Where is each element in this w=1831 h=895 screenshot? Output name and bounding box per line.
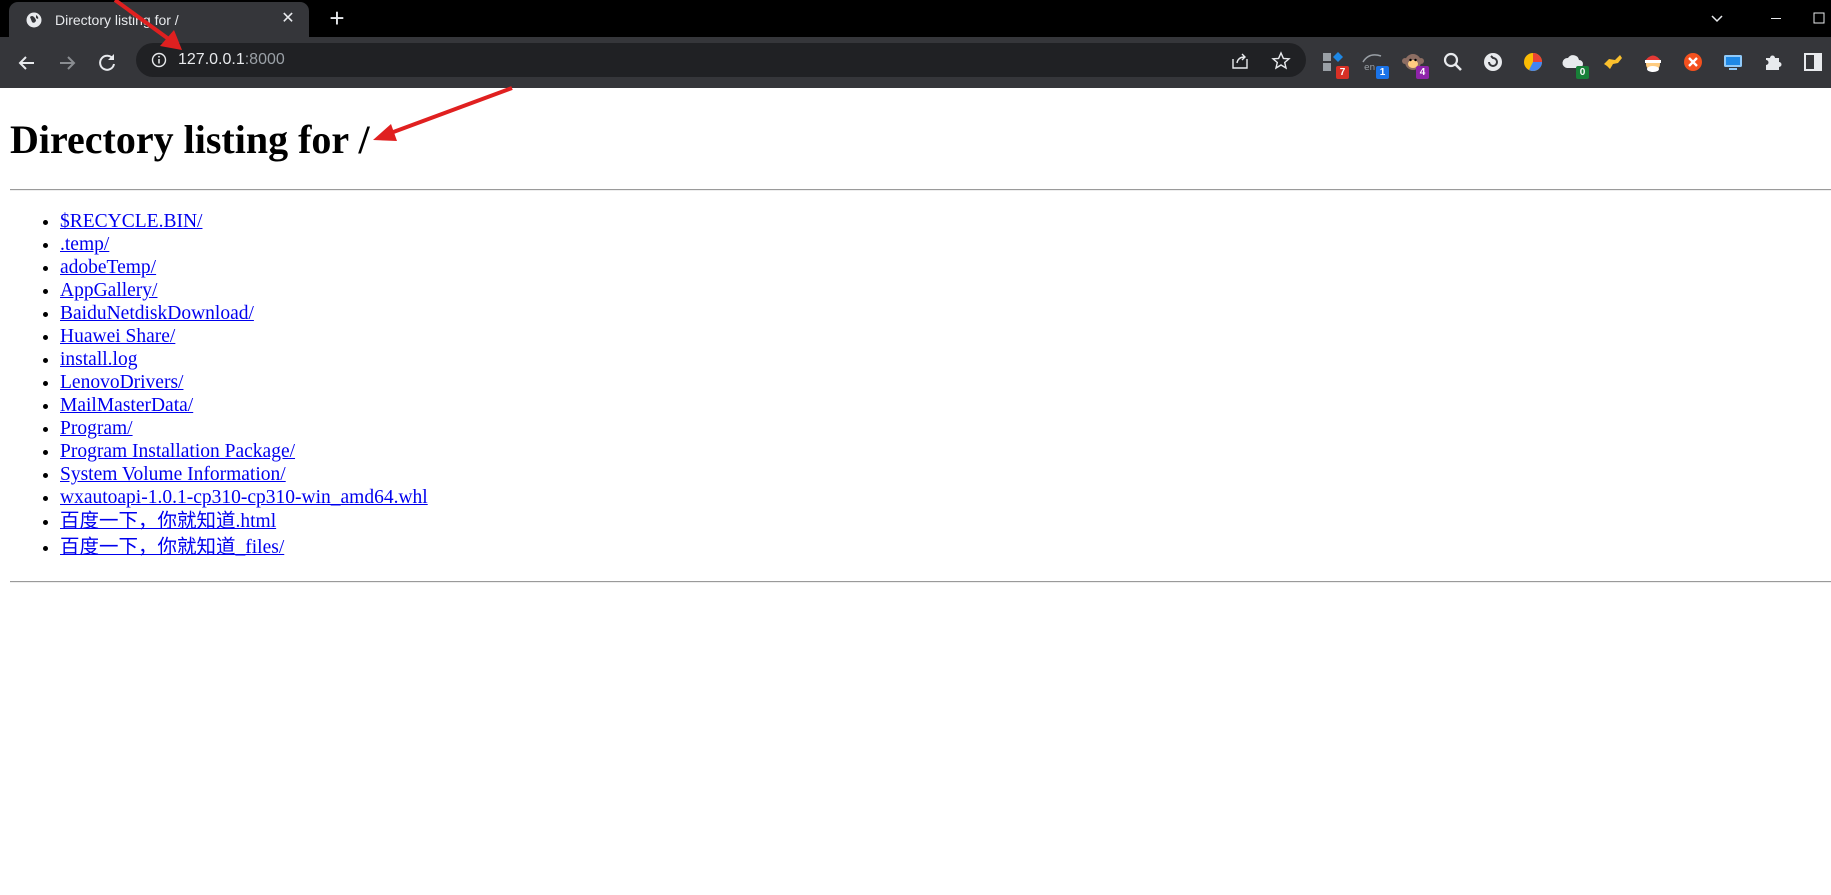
directory-entry-link[interactable]: adobeTemp/: [60, 257, 156, 278]
list-item: System Volume Information/: [60, 463, 428, 486]
extension-button[interactable]: [1481, 50, 1505, 74]
screen-extension-icon: [1724, 55, 1742, 70]
list-item: $RECYCLE.BIN/: [60, 210, 428, 233]
directory-list: $RECYCLE.BIN/.temp/adobeTemp/AppGallery/…: [0, 210, 428, 560]
extension-button[interactable]: [1641, 50, 1665, 74]
directory-entry-link[interactable]: System Volume Information/: [60, 464, 286, 485]
active-tab[interactable]: Directory listing for / ✕: [9, 2, 309, 37]
directory-entry-link[interactable]: .temp/: [60, 234, 109, 255]
pie-chart-extension-icon: [1524, 53, 1542, 71]
close-tab-icon[interactable]: ✕: [279, 10, 297, 28]
browser-toolbar: 127.0.0.1:8000 7 en 1 4 0: [0, 37, 1831, 88]
list-item: BaiduNetdiskDownload/: [60, 302, 428, 325]
orange-circle-extension-icon: [1684, 53, 1702, 71]
list-item: Program/: [60, 417, 428, 440]
directory-entry-link[interactable]: 百度一下，你就知道.html: [60, 511, 276, 532]
extension-badge: 0: [1576, 66, 1589, 79]
minimize-button[interactable]: [1753, 0, 1799, 37]
svg-text:en: en: [1364, 63, 1375, 73]
extension-button[interactable]: [1521, 50, 1545, 74]
extensions-menu-button[interactable]: [1761, 50, 1785, 74]
tab-search-button[interactable]: [1694, 0, 1740, 37]
directory-entry-link[interactable]: Huawei Share/: [60, 326, 175, 347]
directory-entry-link[interactable]: AppGallery/: [60, 280, 157, 301]
list-item: install.log: [60, 348, 428, 371]
extension-button[interactable]: [1441, 50, 1465, 74]
bookmark-star-icon[interactable]: [1271, 51, 1291, 71]
sidebar-icon: [1804, 53, 1822, 71]
puzzle-icon: [1766, 55, 1782, 70]
directory-entry-link[interactable]: install.log: [60, 349, 137, 370]
address-bar[interactable]: 127.0.0.1:8000: [136, 43, 1306, 77]
list-item: 百度一下，你就知道.html: [60, 509, 428, 535]
list-item: Huawei Share/: [60, 325, 428, 348]
list-item: MailMasterData/: [60, 394, 428, 417]
info-icon[interactable]: [151, 52, 167, 68]
directory-entry-link[interactable]: Program Installation Package/: [60, 441, 295, 462]
url-text[interactable]: 127.0.0.1:8000: [178, 51, 285, 69]
directory-entry-link[interactable]: MailMasterData/: [60, 395, 193, 416]
directory-entry-link[interactable]: $RECYCLE.BIN/: [60, 211, 202, 232]
tab-strip: Directory listing for / ✕ +: [0, 0, 1831, 37]
list-item: .temp/: [60, 233, 428, 256]
santa-extension-icon: [1645, 55, 1661, 72]
list-item: adobeTemp/: [60, 256, 428, 279]
chevron-down-icon: [1711, 15, 1723, 23]
refresh-circle-extension-icon: [1484, 53, 1502, 71]
list-item: 百度一下，你就知道_files/: [60, 535, 428, 561]
extension-button[interactable]: en 1: [1361, 50, 1389, 79]
reload-button[interactable]: [93, 49, 121, 77]
extension-badge: 4: [1416, 66, 1429, 79]
fox-extension-icon: [1604, 55, 1622, 69]
directory-entry-link[interactable]: 百度一下，你就知道_files/: [60, 537, 284, 558]
directory-entry-link[interactable]: LenovoDrivers/: [60, 372, 183, 393]
divider: [10, 581, 1831, 583]
directory-entry-link[interactable]: BaiduNetdiskDownload/: [60, 303, 254, 324]
extension-button[interactable]: 7: [1321, 50, 1349, 79]
back-arrow-icon: [18, 56, 34, 70]
forward-arrow-icon: [60, 56, 76, 70]
directory-entry-link[interactable]: wxautoapi-1.0.1-cp310-cp310-win_amd64.wh…: [60, 487, 428, 508]
extension-button[interactable]: [1601, 50, 1625, 74]
directory-entry-link[interactable]: Program/: [60, 418, 133, 439]
new-tab-button[interactable]: +: [325, 5, 349, 31]
tab-title: Directory listing for /: [55, 12, 179, 28]
minimize-icon: [1771, 18, 1781, 19]
maximize-icon: [1813, 12, 1825, 24]
extension-button[interactable]: [1721, 50, 1745, 74]
divider: [10, 189, 1831, 191]
page-title: Directory listing for /: [10, 117, 370, 162]
magnifier-extension-icon: [1443, 52, 1462, 71]
url-port: :8000: [244, 51, 285, 68]
list-item: wxautoapi-1.0.1-cp310-cp310-win_amd64.wh…: [60, 486, 428, 509]
share-icon[interactable]: [1230, 51, 1250, 71]
extension-button[interactable]: 0: [1561, 50, 1589, 79]
forward-button[interactable]: [53, 49, 81, 77]
extension-button[interactable]: [1681, 50, 1705, 74]
extension-badge: 1: [1376, 66, 1389, 79]
globe-icon: [26, 12, 42, 28]
list-item: AppGallery/: [60, 279, 428, 302]
back-button[interactable]: [13, 49, 41, 77]
extension-badge: 7: [1336, 66, 1349, 79]
list-item: Program Installation Package/: [60, 440, 428, 463]
extension-button[interactable]: 4: [1401, 50, 1429, 79]
maximize-button[interactable]: [1807, 0, 1831, 37]
url-host: 127.0.0.1: [178, 51, 245, 68]
list-item: LenovoDrivers/: [60, 371, 428, 394]
side-panel-button[interactable]: [1801, 50, 1825, 74]
page-content: Directory listing for / $RECYCLE.BIN/.te…: [0, 88, 1831, 895]
reload-icon: [99, 54, 115, 71]
